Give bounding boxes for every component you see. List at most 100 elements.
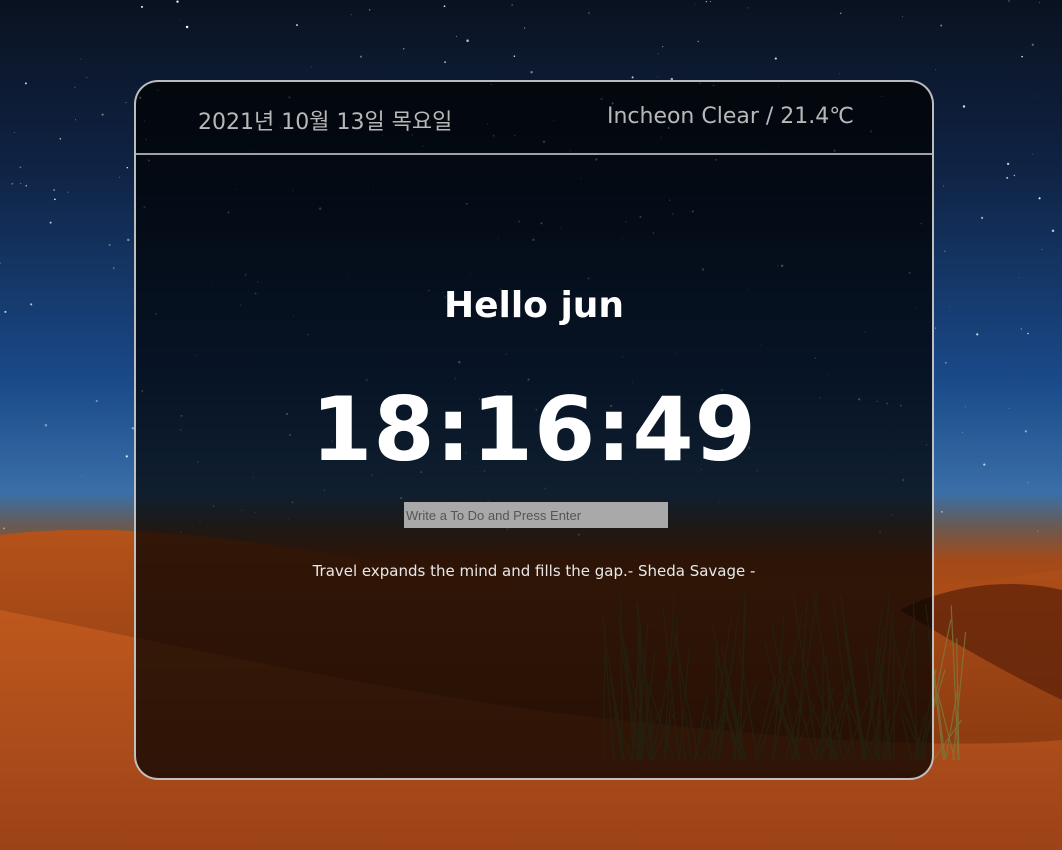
star: [940, 24, 943, 27]
clock-display: 18:16:49: [311, 378, 757, 481]
star: [295, 24, 299, 27]
star: [965, 406, 967, 408]
star: [402, 47, 405, 50]
star: [530, 71, 533, 74]
star: [59, 137, 62, 140]
star: [1006, 162, 1010, 166]
star: [1006, 176, 1009, 179]
star: [466, 39, 469, 42]
star: [1039, 2, 1041, 4]
star: [657, 76, 659, 78]
star: [53, 189, 55, 191]
star: [444, 61, 446, 63]
star: [443, 5, 446, 8]
greeting-text: Hello jun: [443, 285, 625, 326]
quote-text: Travel expands the mind and fills the ga…: [312, 562, 628, 580]
star: [86, 77, 88, 79]
star: [949, 306, 950, 308]
star: [81, 475, 83, 477]
star: [25, 184, 28, 187]
star: [1021, 55, 1023, 58]
star: [44, 423, 48, 427]
star: [524, 27, 526, 29]
star: [1027, 481, 1029, 484]
star: [30, 303, 33, 306]
star: [976, 333, 979, 336]
star: [350, 14, 352, 16]
star: [1018, 277, 1020, 279]
star: [839, 73, 841, 75]
star: [125, 455, 128, 458]
star: [839, 12, 842, 15]
star: [360, 55, 362, 58]
weather-display: Incheon Clear / 21.4℃: [606, 104, 854, 129]
star: [747, 7, 749, 9]
star: [49, 221, 52, 224]
star: [456, 35, 457, 37]
star: [0, 262, 1, 264]
star: [4, 310, 7, 313]
star: [511, 4, 513, 6]
todo-input[interactable]: [404, 502, 668, 528]
star: [119, 176, 121, 178]
star: [127, 238, 130, 242]
star: [185, 25, 189, 29]
date-display: 2021년 10월 13일 목요일: [198, 110, 453, 135]
star: [24, 82, 27, 85]
quote-author: - Sheda Savage -: [627, 562, 756, 580]
star: [1024, 430, 1028, 433]
star: [588, 12, 590, 14]
star: [369, 9, 371, 11]
star: [944, 250, 946, 252]
star: [108, 243, 111, 246]
star: [95, 399, 98, 403]
star: [902, 16, 903, 18]
star: [113, 267, 115, 269]
star: [1020, 328, 1022, 330]
star: [11, 182, 14, 185]
star: [697, 40, 699, 43]
star: [176, 0, 179, 3]
dashboard-card: 2021년 10월 13일 목요일 Incheon Clear / 21.4℃ …: [134, 80, 934, 780]
star: [125, 101, 127, 104]
star: [74, 86, 76, 88]
star: [513, 55, 516, 57]
star: [1038, 197, 1041, 200]
star: [1027, 332, 1029, 335]
star: [962, 432, 963, 433]
star: [705, 0, 708, 3]
star: [1034, 95, 1036, 97]
star: [80, 58, 82, 60]
star: [126, 166, 129, 169]
star: [1032, 153, 1034, 155]
star: [54, 198, 56, 201]
star: [1051, 229, 1055, 232]
star: [935, 69, 936, 71]
star: [983, 463, 986, 466]
star: [980, 216, 984, 220]
star: [935, 327, 936, 329]
star: [662, 45, 664, 48]
star: [945, 362, 947, 364]
star: [20, 183, 22, 185]
star: [962, 105, 966, 108]
star: [75, 119, 77, 121]
star: [310, 66, 312, 68]
quote: Travel expands the mind and fills the ga…: [136, 562, 932, 580]
star: [942, 185, 944, 187]
star: [1013, 174, 1016, 177]
star: [694, 3, 696, 5]
star: [1031, 43, 1034, 46]
star: [710, 1, 712, 3]
star: [1041, 249, 1043, 250]
star: [178, 19, 180, 21]
card-header: 2021년 10월 13일 목요일 Incheon Clear / 21.4℃: [136, 82, 932, 155]
star: [1008, 407, 1010, 409]
star: [101, 113, 104, 116]
star: [19, 166, 22, 169]
star: [657, 53, 659, 55]
star: [140, 5, 144, 8]
star: [67, 191, 69, 193]
star: [774, 57, 777, 60]
star: [1008, 0, 1010, 2]
